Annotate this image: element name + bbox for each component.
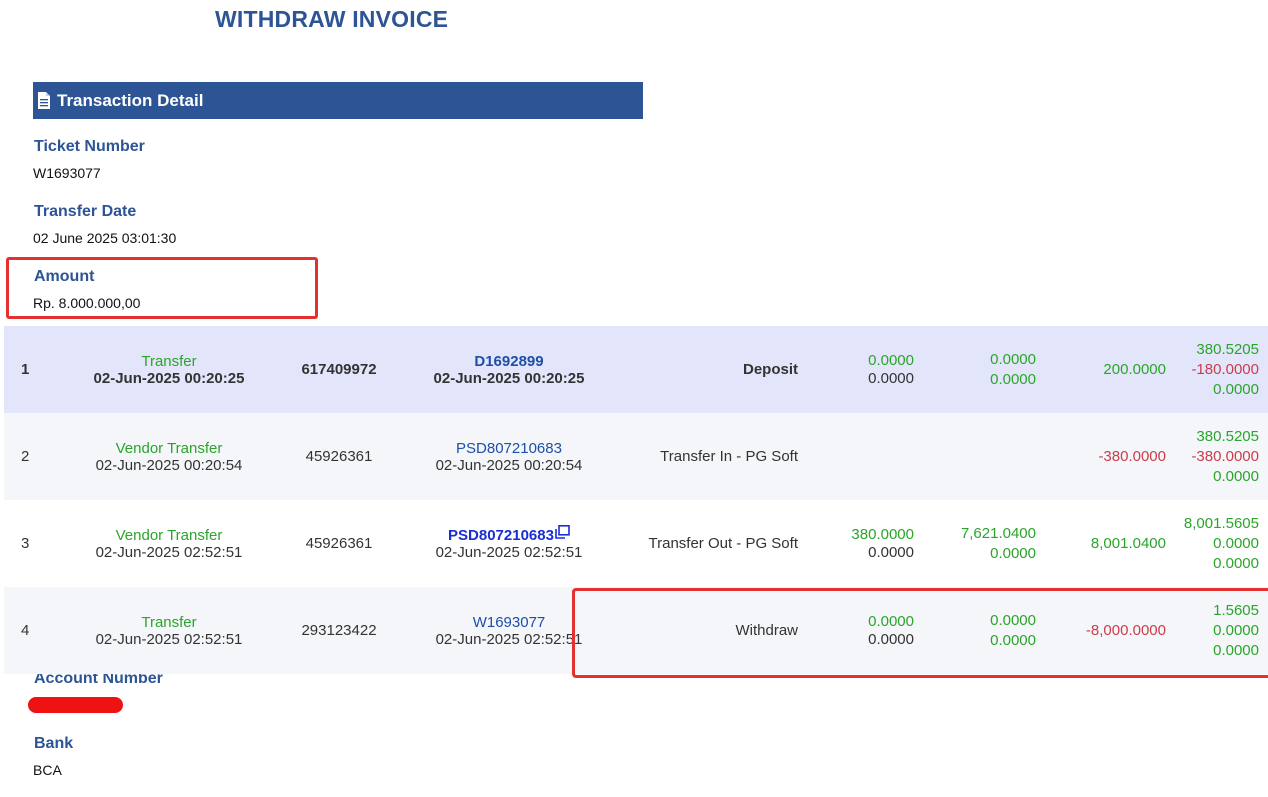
col-b-bottom: 0.0000 bbox=[990, 370, 1036, 388]
amount-col-b: 7,621.0400 0.0000 bbox=[914, 500, 1036, 587]
col-a-bottom: 0.0000 bbox=[868, 369, 914, 387]
row-number: 3 bbox=[21, 535, 30, 552]
ticket-number-label: Ticket Number bbox=[34, 138, 145, 155]
table-row: 1 Transfer 02-Jun-2025 00:20:25 61740997… bbox=[4, 326, 1268, 413]
reference-cell: PSD807210683 02-Jun-2025 02:52:51 bbox=[394, 500, 624, 587]
row-number: 1 bbox=[21, 361, 30, 378]
reference-link[interactable]: PSD807210683 bbox=[448, 527, 554, 544]
transaction-type-cell: Vendor Transfer 02-Jun-2025 02:52:51 bbox=[54, 500, 284, 587]
amount-col-a: 0.0000 0.0000 bbox=[804, 326, 914, 413]
reference-link-wrap: PSD807210683 bbox=[394, 524, 624, 544]
transaction-type: Transfer bbox=[141, 613, 197, 631]
balance-top: 380.5205 bbox=[1196, 340, 1259, 358]
balance-col: 380.5205 -380.0000 0.0000 bbox=[1166, 413, 1268, 500]
transfer-date-value: 02 June 2025 03:01:30 bbox=[33, 230, 177, 246]
balance-top: 380.5205 bbox=[1196, 427, 1259, 445]
amount-col-a bbox=[804, 413, 914, 500]
reference-datetime: 02-Jun-2025 00:20:25 bbox=[433, 369, 585, 387]
reference-datetime: 02-Jun-2025 02:52:51 bbox=[435, 543, 583, 561]
transaction-datetime: 02-Jun-2025 00:20:54 bbox=[95, 456, 243, 474]
amount-col-c: 200.0000 bbox=[1103, 361, 1166, 378]
balance-middle: 0.0000 bbox=[1213, 534, 1259, 552]
col-b-bottom: 0.0000 bbox=[990, 544, 1036, 562]
transaction-datetime: 02-Jun-2025 00:20:25 bbox=[93, 369, 245, 387]
withdraw-highlight-box bbox=[572, 588, 1268, 678]
bank-value: BCA bbox=[33, 762, 62, 778]
col-a-bottom: 0.0000 bbox=[868, 543, 914, 561]
transaction-type-cell: Transfer 02-Jun-2025 00:20:25 bbox=[54, 326, 284, 413]
balance-col: 8,001.5605 0.0000 0.0000 bbox=[1166, 500, 1268, 587]
table-row: 3 Vendor Transfer 02-Jun-2025 02:52:51 4… bbox=[4, 500, 1268, 587]
balance-top: 8,001.5605 bbox=[1183, 514, 1259, 532]
col-b-top: 7,621.0400 bbox=[960, 524, 1036, 542]
balance-middle: -380.0000 bbox=[1191, 447, 1259, 465]
document-icon bbox=[38, 92, 50, 109]
bank-label: Bank bbox=[34, 735, 74, 752]
reference-link[interactable]: PSD807210683 bbox=[394, 440, 624, 457]
reference-link[interactable]: D1692899 bbox=[394, 353, 624, 370]
transaction-description: Transfer In - PG Soft bbox=[660, 448, 798, 465]
reference-cell: PSD807210683 02-Jun-2025 00:20:54 bbox=[394, 413, 624, 500]
balance-bottom: 0.0000 bbox=[1213, 554, 1259, 572]
transaction-description: Deposit bbox=[742, 361, 798, 378]
amount-col-c: 8,001.0400 bbox=[1090, 535, 1166, 552]
transaction-type-cell: Transfer 02-Jun-2025 02:52:51 bbox=[54, 587, 284, 674]
transaction-description: Transfer Out - PG Soft bbox=[648, 535, 799, 552]
ticket-number-value: W1693077 bbox=[33, 165, 101, 181]
row-number: 4 bbox=[21, 622, 30, 639]
table-row: 2 Vendor Transfer 02-Jun-2025 00:20:54 4… bbox=[4, 413, 1268, 500]
col-b-top: 0.0000 bbox=[990, 350, 1036, 368]
transaction-datetime: 02-Jun-2025 02:52:51 bbox=[95, 630, 243, 648]
transaction-type: Transfer bbox=[141, 352, 197, 370]
balance-middle: -180.0000 bbox=[1191, 360, 1259, 378]
reference-cell: D1692899 02-Jun-2025 00:20:25 bbox=[394, 326, 624, 413]
balance-col: 380.5205 -180.0000 0.0000 bbox=[1166, 326, 1268, 413]
reference-datetime: 02-Jun-2025 00:20:54 bbox=[435, 456, 583, 474]
transaction-type-cell: Vendor Transfer 02-Jun-2025 00:20:54 bbox=[54, 413, 284, 500]
balance-bottom: 0.0000 bbox=[1213, 467, 1259, 485]
col-a-top: 0.0000 bbox=[868, 351, 914, 369]
balance-bottom: 0.0000 bbox=[1213, 380, 1259, 398]
amount-col-b bbox=[914, 413, 1036, 500]
page-title: WITHDRAW INVOICE bbox=[215, 6, 449, 32]
section-title: Transaction Detail bbox=[57, 90, 204, 110]
amount-highlight-box bbox=[6, 257, 318, 319]
transaction-detail-header: Transaction Detail bbox=[33, 82, 643, 119]
transaction-type: Vendor Transfer bbox=[115, 526, 223, 544]
transaction-id: 617409972 bbox=[301, 361, 377, 378]
col-a-top: 380.0000 bbox=[851, 525, 914, 543]
transaction-id: 293123422 bbox=[301, 622, 377, 639]
amount-col-b: 0.0000 0.0000 bbox=[914, 326, 1036, 413]
amount-col-c: -380.0000 bbox=[1098, 448, 1166, 465]
row-number: 2 bbox=[21, 448, 30, 465]
copy-icon[interactable] bbox=[555, 524, 570, 539]
transaction-id: 45926361 bbox=[305, 448, 373, 465]
transaction-id: 45926361 bbox=[305, 535, 373, 552]
transaction-type: Vendor Transfer bbox=[115, 439, 223, 457]
transaction-datetime: 02-Jun-2025 02:52:51 bbox=[95, 543, 243, 561]
amount-col-a: 380.0000 0.0000 bbox=[804, 500, 914, 587]
account-number-redaction bbox=[28, 697, 123, 713]
transfer-date-label: Transfer Date bbox=[34, 203, 137, 220]
